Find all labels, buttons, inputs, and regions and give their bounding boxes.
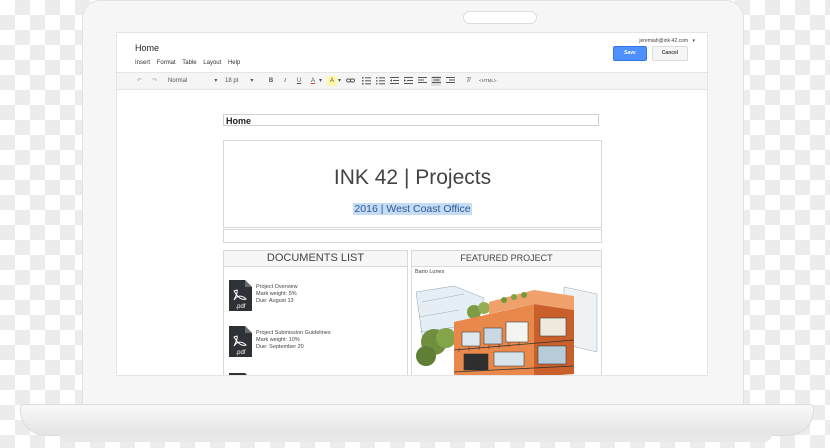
featured-project-header: FEATURED PROJECT bbox=[411, 250, 602, 267]
italic-button[interactable]: I bbox=[280, 76, 290, 86]
laptop-base bbox=[20, 404, 814, 436]
menu-layout[interactable]: Layout bbox=[203, 60, 221, 66]
pdf-file-icon[interactable]: .pdf bbox=[228, 280, 252, 311]
html-source-button[interactable]: <HTML> bbox=[479, 76, 497, 86]
style-select-value: Normal bbox=[168, 78, 188, 84]
font-size-dropdown-icon: ▾ bbox=[250, 78, 254, 84]
style-select[interactable]: Normal ▾ bbox=[168, 76, 217, 86]
bulleted-list-icon[interactable] bbox=[375, 76, 385, 86]
document-title: Project Submission Guidelines bbox=[256, 330, 331, 336]
documents-list: .pdf Project Overview Mark weight: 5% Du… bbox=[223, 267, 408, 375]
redo-icon[interactable]: ↷ bbox=[152, 76, 157, 86]
align-center-icon[interactable] bbox=[431, 76, 441, 86]
document-due: Due: September 20 bbox=[256, 344, 304, 350]
style-dropdown-icon: ▾ bbox=[214, 78, 218, 84]
pdf-file-icon[interactable]: .pdf bbox=[228, 326, 252, 357]
camera-notch bbox=[463, 11, 537, 24]
featured-project-panel: Bario Lunes bbox=[411, 267, 602, 376]
hero-block[interactable]: INK 42 | Projects 2016 | West Coast Offi… bbox=[223, 140, 602, 228]
link-icon[interactable] bbox=[345, 76, 355, 86]
empty-row[interactable] bbox=[223, 229, 602, 243]
hero-title: INK 42 | Projects bbox=[333, 166, 492, 189]
underline-button[interactable]: U bbox=[294, 76, 304, 86]
user-account[interactable]: jeremiah@ink-42.com ▾ bbox=[639, 38, 695, 44]
undo-icon[interactable]: ↶ bbox=[137, 76, 142, 86]
account-dropdown-icon[interactable]: ▾ bbox=[692, 38, 695, 44]
document-due: Due: August 13 bbox=[256, 298, 294, 304]
pdf-file-icon[interactable] bbox=[228, 373, 252, 375]
featured-project-caption: Bario Lunes bbox=[415, 269, 445, 275]
increase-indent-icon[interactable] bbox=[403, 76, 413, 86]
list-item[interactable]: Project Submission Guidelines Mark weigh… bbox=[256, 330, 331, 351]
menu-insert[interactable]: Insert bbox=[135, 60, 150, 66]
document-title: Home bbox=[135, 43, 160, 53]
document-weight: Mark weight: 5% bbox=[256, 291, 297, 297]
user-email: jeremiah@ink-42.com bbox=[639, 38, 689, 44]
bold-button[interactable]: B bbox=[266, 76, 276, 86]
font-size-select[interactable]: 18 pt ▾ bbox=[225, 76, 253, 86]
documents-list-header: DOCUMENTS LIST bbox=[223, 250, 408, 267]
text-color-dropdown-icon[interactable]: ▾ bbox=[319, 76, 322, 86]
cancel-button[interactable]: Cancel bbox=[652, 46, 688, 61]
document-weight: Mark weight: 10% bbox=[256, 337, 300, 343]
list-item[interactable]: Project Overview Mark weight: 5% Due: Au… bbox=[256, 284, 298, 305]
hero-subtitle-row: 2016 | West Coast Office bbox=[224, 199, 601, 215]
editor-topbar: Home Insert Format Table Layout Help jer… bbox=[117, 33, 707, 73]
clear-formatting-icon[interactable]: T̸ bbox=[463, 76, 473, 86]
svg-text:.pdf: .pdf bbox=[235, 304, 245, 310]
featured-project-image[interactable] bbox=[414, 282, 599, 376]
formatting-toolbar: ↶ ↷ Normal ▾ 18 pt ▾ B I U A ▾ A ▾ T̸ <H… bbox=[117, 72, 707, 90]
page-heading[interactable]: Home bbox=[223, 114, 599, 126]
laptop-base-shadow bbox=[60, 434, 772, 442]
editor-screen: Home Insert Format Table Layout Help jer… bbox=[116, 32, 708, 376]
save-button[interactable]: Save bbox=[613, 46, 647, 61]
document-title: Project Overview bbox=[256, 284, 298, 290]
menu-format[interactable]: Format bbox=[157, 60, 176, 66]
menu-bar: Insert Format Table Layout Help bbox=[135, 60, 245, 66]
hero-subtitle-selected: 2016 | West Coast Office bbox=[353, 203, 472, 215]
numbered-list-icon[interactable] bbox=[361, 76, 371, 86]
decrease-indent-icon[interactable] bbox=[389, 76, 399, 86]
text-color-button[interactable]: A bbox=[308, 76, 318, 86]
highlight-dropdown-icon[interactable]: ▾ bbox=[338, 76, 341, 86]
menu-help[interactable]: Help bbox=[228, 60, 240, 66]
align-left-icon[interactable] bbox=[417, 76, 427, 86]
font-size-value: 18 pt bbox=[225, 78, 239, 84]
menu-table[interactable]: Table bbox=[182, 60, 196, 66]
highlight-color-button[interactable]: A bbox=[327, 76, 337, 86]
svg-text:.pdf: .pdf bbox=[235, 350, 245, 356]
align-right-icon[interactable] bbox=[445, 76, 455, 86]
